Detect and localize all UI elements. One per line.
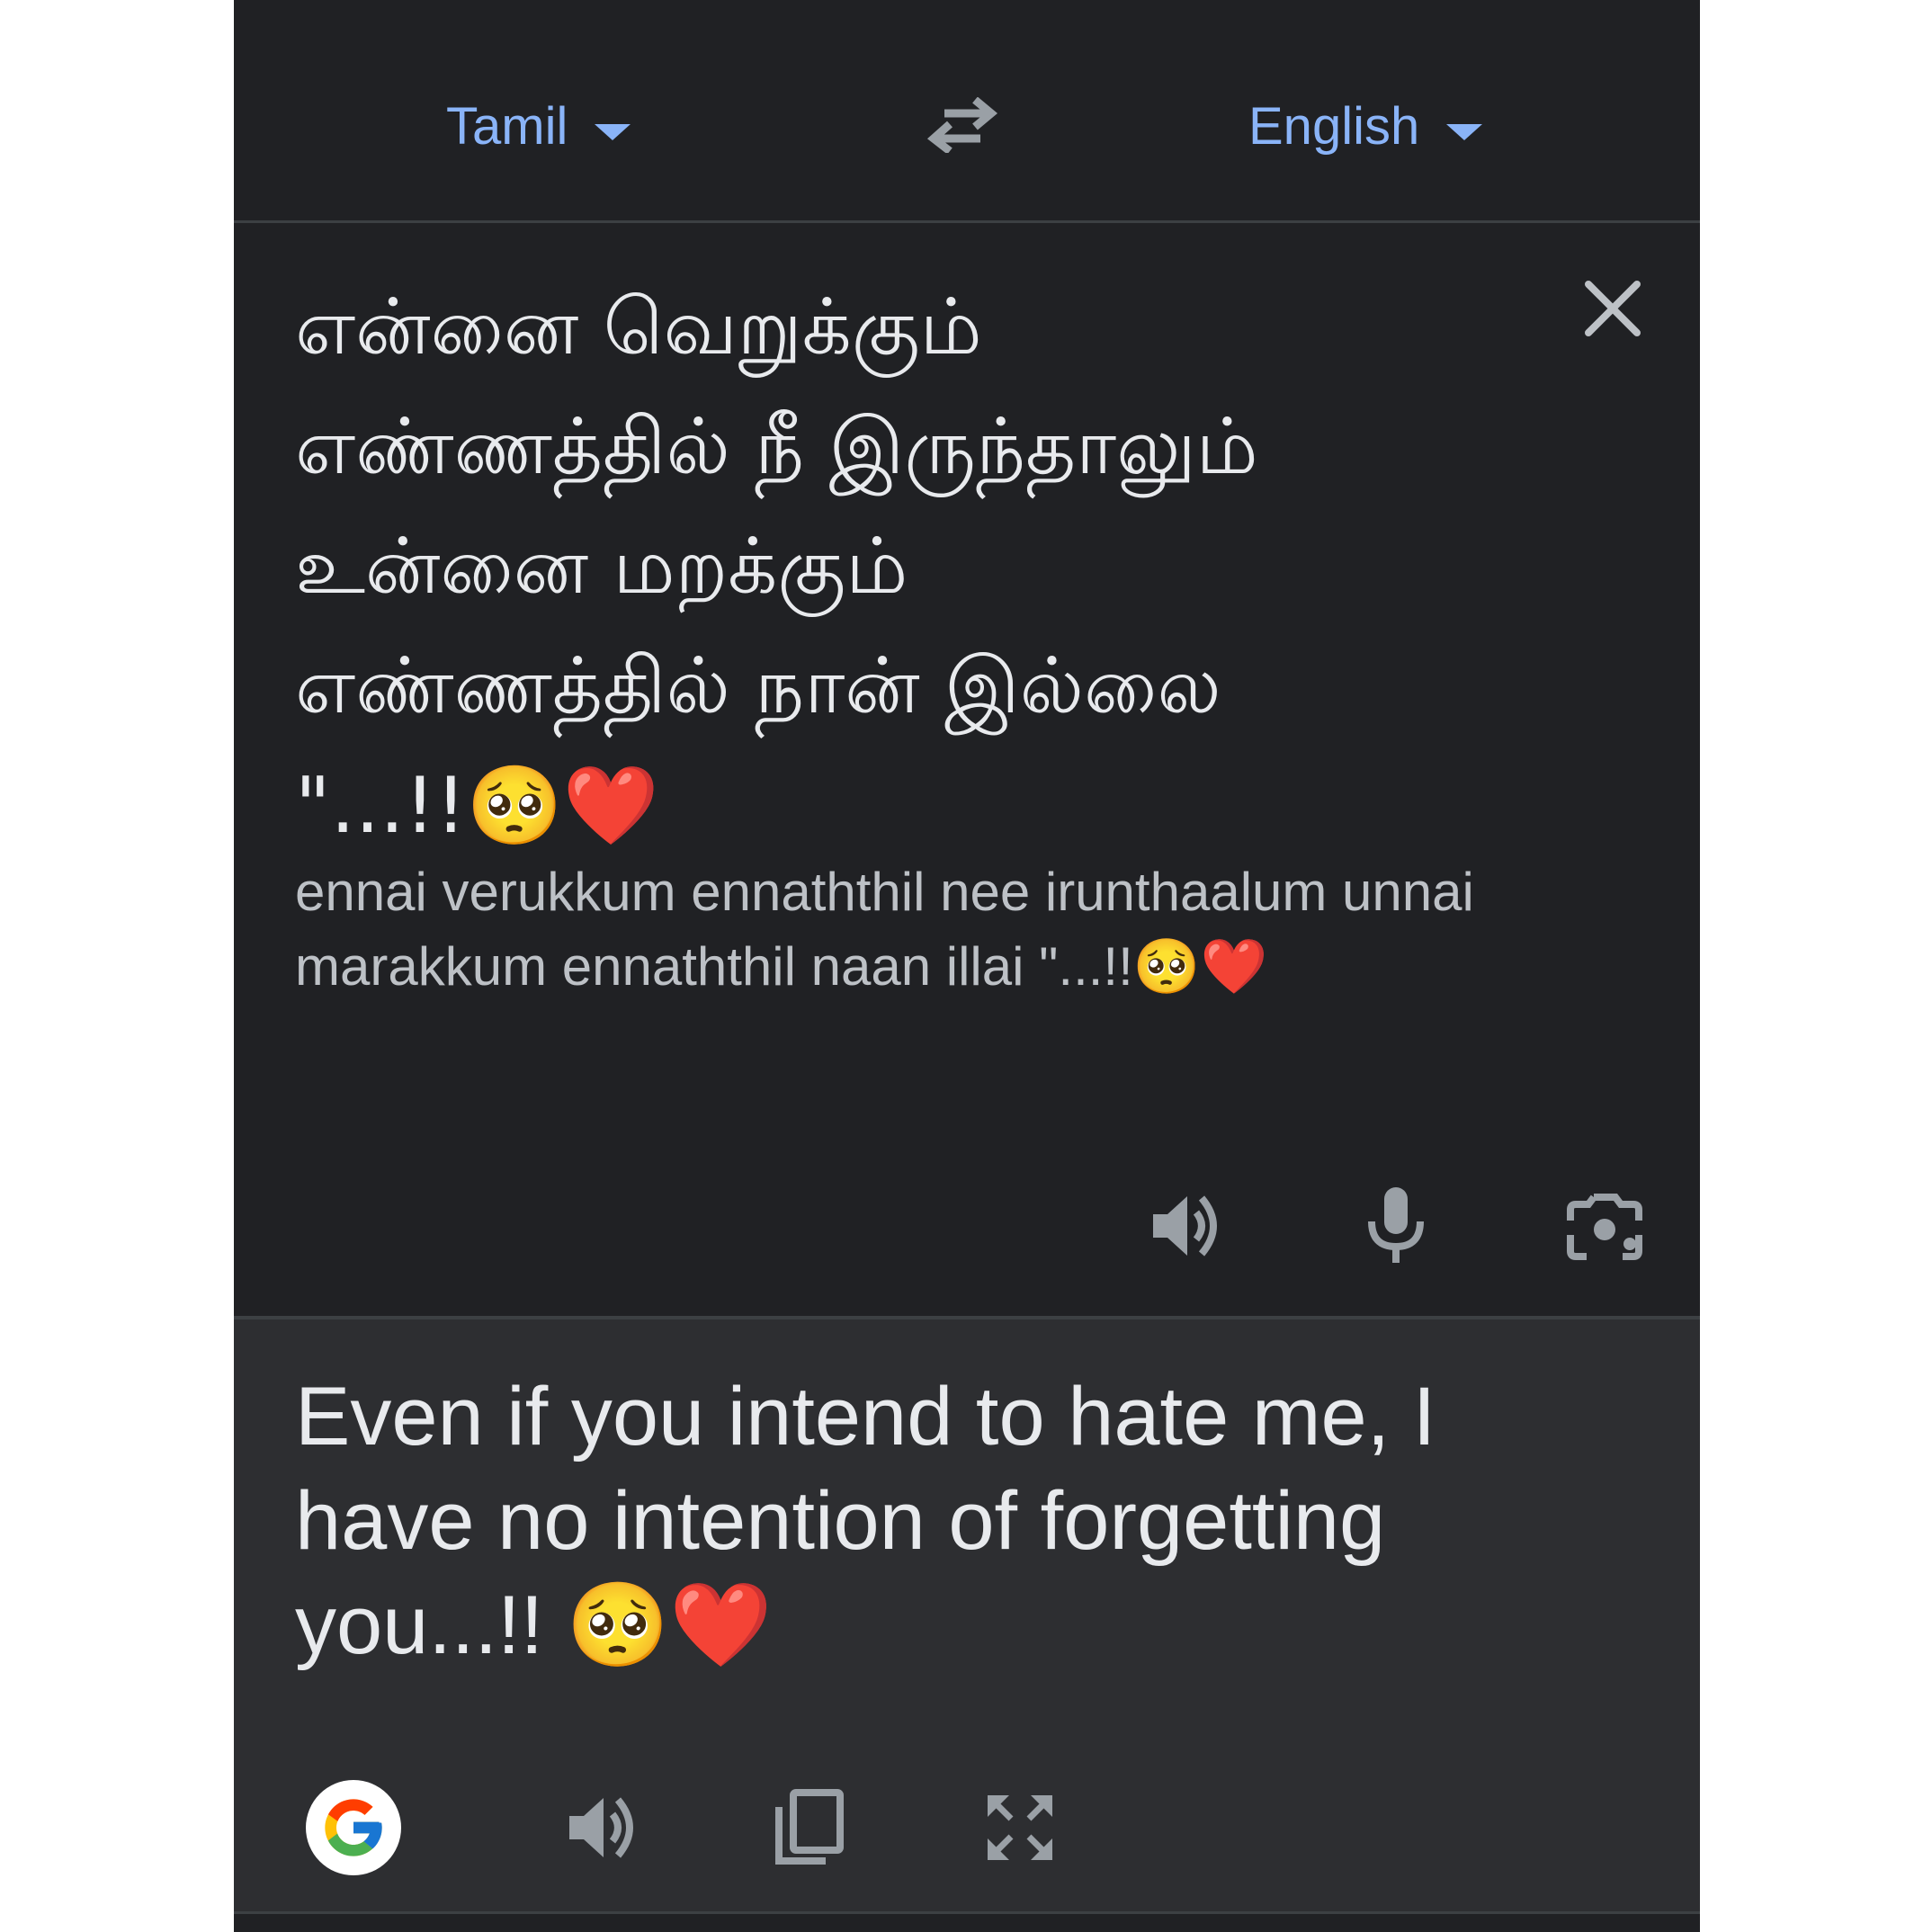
swap-horiz-icon [926, 96, 998, 155]
transliteration-text: ennai verukkum ennaththil nee irunthaalu… [295, 862, 1474, 997]
google-button[interactable] [306, 1780, 401, 1875]
volume-icon [1153, 1195, 1217, 1257]
clear-input-button[interactable] [1581, 277, 1644, 340]
copy-icon [775, 1789, 844, 1865]
bottom-edge [234, 1911, 1700, 1932]
source-language-selector[interactable]: Tamil [446, 90, 631, 162]
source-language-label: Tamil [446, 96, 568, 156]
copy-translation-button[interactable] [765, 1783, 854, 1873]
volume-icon [569, 1797, 633, 1858]
output-panel: Even if you intend to hate me, I have no… [234, 1319, 1700, 1911]
listen-translation-button[interactable] [558, 1783, 648, 1873]
translate-screen: Tamil English என்னை வெறுக்கும் எண்ணத்தில… [234, 0, 1700, 1932]
camera-button[interactable] [1560, 1181, 1650, 1271]
source-text[interactable]: என்னை வெறுக்கும் எண்ணத்தில் நீ இருந்தாலு… [295, 268, 1302, 866]
camera-icon [1567, 1194, 1642, 1260]
close-icon [1585, 281, 1641, 336]
translation-text[interactable]: Even if you intend to hate me, I have no… [295, 1364, 1536, 1677]
listen-source-button[interactable] [1141, 1181, 1231, 1271]
language-bar: Tamil English [234, 0, 1700, 223]
fullscreen-button[interactable] [975, 1783, 1065, 1873]
dropdown-arrow-icon [595, 124, 631, 140]
google-icon [325, 1799, 382, 1856]
target-language-label: English [1248, 96, 1420, 156]
output-actions [234, 1774, 1700, 1882]
fullscreen-icon [988, 1795, 1052, 1860]
microphone-icon [1368, 1187, 1424, 1263]
target-language-selector[interactable]: English [1248, 90, 1483, 162]
swap-languages-button[interactable] [926, 96, 998, 155]
microphone-button[interactable] [1351, 1181, 1441, 1271]
input-actions [234, 1181, 1700, 1271]
dropdown-arrow-icon [1446, 124, 1483, 140]
input-panel[interactable]: என்னை வெறுக்கும் எண்ணத்தில் நீ இருந்தாலு… [234, 223, 1700, 1316]
